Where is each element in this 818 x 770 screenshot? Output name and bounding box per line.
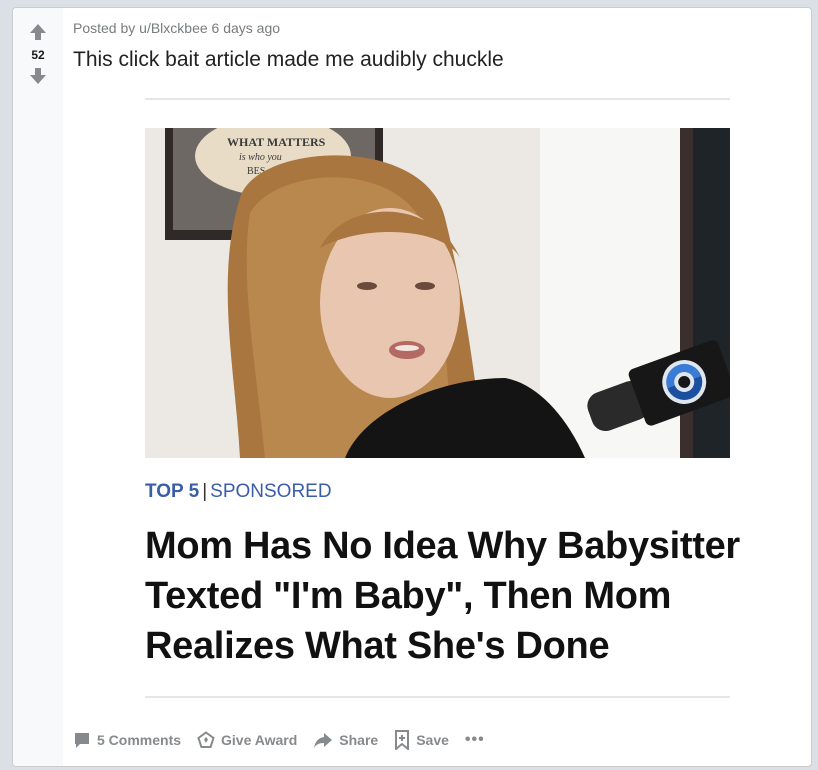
share-button[interactable]: Share: [313, 731, 378, 749]
post-title[interactable]: This click bait article made me audibly …: [73, 48, 504, 72]
tag-top: TOP 5: [145, 481, 200, 502]
posted-by-label: Posted by: [73, 20, 136, 36]
top-divider: [145, 98, 730, 100]
comment-icon: [75, 733, 89, 748]
give-award-button[interactable]: Give Award: [197, 731, 297, 749]
comments-label: 5 Comments: [97, 732, 182, 748]
post-actions: 5 Comments Give Award Share Save •••: [73, 730, 501, 750]
post-meta: Posted by u/Blxckbee 6 days ago: [73, 20, 280, 36]
sign-sub: is who you: [239, 152, 282, 163]
post-age[interactable]: 6 days ago: [212, 20, 281, 36]
share-label: Share: [339, 732, 379, 748]
author-link[interactable]: u/Blxckbee: [139, 20, 207, 36]
article-tag: TOP 5 | SPONSORED: [145, 481, 745, 503]
save-icon: [395, 730, 410, 750]
upvote-icon[interactable]: [28, 22, 48, 42]
post-content: Posted by u/Blxckbee 6 days ago This cli…: [73, 8, 799, 766]
award-icon: [197, 731, 215, 748]
vote-column: 52: [13, 8, 63, 766]
article-image[interactable]: WHAT MATTERS is who you BES: [145, 128, 730, 458]
save-button[interactable]: Save: [394, 730, 449, 750]
post-card[interactable]: 52 Posted by u/Blxckbee 6 days ago This …: [12, 7, 812, 767]
share-icon: [314, 733, 333, 748]
article-text[interactable]: TOP 5 | SPONSORED Mom Has No Idea Why Baby…: [145, 481, 745, 671]
award-label: Give Award: [221, 732, 298, 748]
comments-button[interactable]: 5 Comments: [73, 731, 181, 749]
sign-text: WHAT MATTERS: [227, 135, 326, 149]
save-label: Save: [416, 732, 449, 748]
more-icon[interactable]: •••: [465, 731, 485, 749]
tag-separator: |: [202, 481, 208, 502]
vote-score: 52: [31, 48, 45, 62]
downvote-icon[interactable]: [28, 66, 48, 86]
tag-sponsored: SPONSORED: [210, 481, 332, 502]
article-photo: WHAT MATTERS is who you BES: [145, 128, 730, 458]
article-headline[interactable]: Mom Has No Idea Why Babysitter Texted "I…: [145, 521, 745, 671]
bottom-divider: [145, 696, 730, 698]
